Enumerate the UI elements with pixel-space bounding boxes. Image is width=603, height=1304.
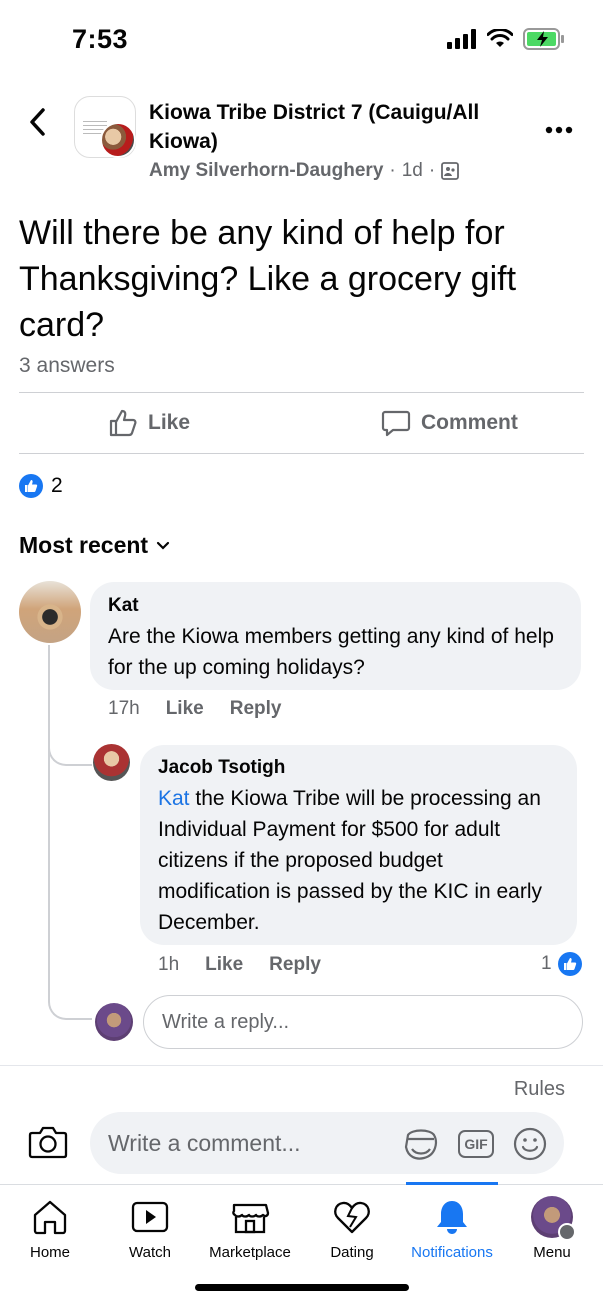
- thread-line: [48, 645, 50, 995]
- thread-connector: [48, 740, 92, 766]
- comment-author[interactable]: Kat: [108, 594, 563, 618]
- sort-dropdown[interactable]: Most recent: [19, 532, 170, 559]
- watch-icon: [131, 1201, 169, 1233]
- member-avatar[interactable]: [100, 122, 136, 158]
- thumbs-up-icon: [109, 409, 137, 437]
- post-meta: Amy Silverhorn-Daughery · 1d ·: [149, 160, 460, 182]
- divider: [19, 392, 584, 393]
- comment-actions: 17h Like Reply: [108, 698, 281, 720]
- reply-like-button[interactable]: Like: [205, 954, 243, 976]
- reply-bubble[interactable]: Jacob Tsotigh Kat the Kiowa Tribe will b…: [140, 745, 577, 945]
- answers-count[interactable]: 3 answers: [19, 354, 115, 378]
- dating-icon: [334, 1201, 370, 1234]
- comment-bubble[interactable]: Kat Are the Kiowa members getting any ki…: [90, 582, 581, 690]
- marketplace-icon: [232, 1203, 270, 1234]
- nav-dating[interactable]: Dating: [297, 1194, 407, 1261]
- chevron-left-icon: [30, 108, 45, 136]
- meta-dot: ·: [389, 160, 396, 181]
- nav-border: [0, 1184, 603, 1185]
- reply-reactions[interactable]: 1: [541, 952, 582, 976]
- group-members-icon: [441, 162, 460, 180]
- comment-reply-button[interactable]: Reply: [230, 698, 282, 720]
- comment-icon: [381, 410, 411, 437]
- group-name[interactable]: Kiowa Tribe District 7 (Cauigu/All Kiowa…: [149, 98, 529, 156]
- comment-like-button[interactable]: Like: [166, 698, 204, 720]
- comment-input-placeholder: Write a comment...: [108, 1129, 301, 1156]
- reply-time: 1h: [158, 954, 180, 975]
- more-options-button[interactable]: [545, 108, 573, 142]
- reply-text: Kat the Kiowa Tribe will be processing a…: [158, 783, 559, 938]
- nav-label: Menu: [533, 1244, 571, 1261]
- comment-time: 17h: [108, 698, 140, 719]
- menu-badge-icon: [558, 1223, 576, 1241]
- reaction-count: 2: [51, 474, 63, 497]
- reactions-summary[interactable]: 2: [19, 474, 63, 498]
- nav-marketplace[interactable]: Marketplace: [195, 1194, 305, 1261]
- nav-active-indicator: [406, 1182, 498, 1185]
- wifi-icon: [487, 29, 513, 47]
- reply-actions: 1h Like Reply: [158, 954, 321, 976]
- nav-notifications[interactable]: Notifications: [397, 1194, 507, 1261]
- nav-watch[interactable]: Watch: [95, 1194, 205, 1261]
- nav-label: Dating: [330, 1244, 374, 1261]
- reply-reaction-count: 1: [541, 953, 552, 974]
- gif-button[interactable]: GIF: [458, 1130, 494, 1158]
- avatar[interactable]: [19, 581, 81, 643]
- comment-text: Are the Kiowa members getting any kind o…: [108, 625, 554, 679]
- chevron-down-icon: [156, 541, 170, 550]
- sort-label: Most recent: [19, 532, 149, 558]
- status-icons: [447, 28, 565, 50]
- emoji-icon[interactable]: [512, 1126, 548, 1162]
- post-question: Will there be any kind of help for Thank…: [19, 214, 517, 344]
- reply-input[interactable]: Write a reply...: [143, 995, 583, 1049]
- like-reaction-icon: [557, 952, 582, 976]
- nav-menu[interactable]: Menu: [497, 1194, 603, 1261]
- battery-icon: [523, 28, 564, 50]
- like-reaction-icon: [19, 474, 43, 498]
- divider: [19, 453, 584, 454]
- reply-body: the Kiowa Tribe will be processing an In…: [158, 787, 543, 934]
- signal-icon: [447, 29, 476, 49]
- reply-author[interactable]: Jacob Tsotigh: [158, 756, 559, 780]
- my-avatar: [95, 1003, 133, 1041]
- post-time: 1d: [401, 160, 423, 181]
- camera-icon: [28, 1126, 68, 1159]
- divider: [0, 1065, 603, 1066]
- status-time: 7:53: [72, 24, 129, 54]
- mention-link[interactable]: Kat: [158, 787, 190, 810]
- nav-label: Watch: [129, 1244, 171, 1261]
- bell-icon: [437, 1201, 467, 1234]
- reply-reply-button[interactable]: Reply: [269, 954, 321, 976]
- back-button[interactable]: [22, 102, 52, 142]
- home-indicator: [195, 1284, 409, 1291]
- comment-input[interactable]: Write a comment... GIF: [90, 1112, 564, 1174]
- comment-button[interactable]: Comment: [381, 408, 518, 438]
- home-icon: [33, 1200, 67, 1235]
- meta-dot-2: ·: [428, 160, 436, 181]
- like-button[interactable]: Like: [108, 408, 190, 438]
- camera-button[interactable]: [28, 1124, 68, 1165]
- rules-link[interactable]: Rules: [514, 1078, 565, 1101]
- nav-label: Marketplace: [209, 1244, 291, 1261]
- comment-label: Comment: [421, 411, 518, 434]
- thread-connector: [48, 994, 92, 1020]
- avatar-sticker-icon[interactable]: [402, 1125, 440, 1163]
- more-icon: [545, 126, 573, 134]
- nav-label: Notifications: [411, 1244, 493, 1261]
- post-author[interactable]: Amy Silverhorn-Daughery: [149, 160, 383, 182]
- nav-home[interactable]: Home: [0, 1194, 105, 1261]
- nav-label: Home: [29, 1244, 70, 1261]
- avatar[interactable]: [93, 744, 130, 781]
- like-label: Like: [148, 411, 191, 434]
- menu-avatar: [531, 1196, 576, 1241]
